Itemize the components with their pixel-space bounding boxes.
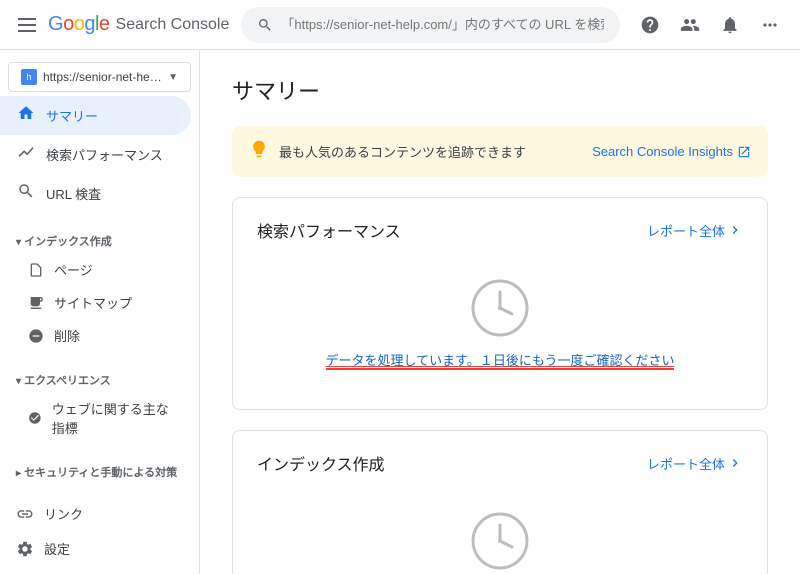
clock-icon-index: [470, 511, 530, 571]
sidebar-item-sitemap[interactable]: サイトマップ: [0, 286, 191, 319]
header: Google Search Console: [0, 0, 800, 50]
sidebar-item-settings[interactable]: 設定: [0, 531, 191, 566]
sidebar-item-removal[interactable]: 削除: [0, 319, 191, 352]
index-report-link[interactable]: レポート全体: [647, 454, 743, 473]
index-section-label: ▾ インデックス作成: [0, 225, 199, 253]
header-logo: Google Search Console: [12, 12, 229, 38]
sidebar-item-web-vitals[interactable]: ウェブに関する主な指標: [0, 392, 191, 444]
sidebar-label-search-performance: 検索パフォーマンス: [46, 145, 163, 164]
search-input[interactable]: [281, 17, 604, 32]
accounts-icon[interactable]: [672, 7, 708, 43]
search-bar[interactable]: [241, 7, 620, 43]
security-section-label: ▸ セキュリティと手動による対策: [0, 456, 199, 484]
search-performance-report-link[interactable]: レポート全体: [647, 221, 743, 240]
info-banner-text: 最も人気のあるコンテンツを追跡できます: [279, 142, 582, 161]
home-icon: [16, 104, 36, 127]
clock-icon-search: [470, 278, 530, 338]
search-performance-card-body: データを処理しています。１日後にもう一度ご確認ください: [257, 258, 743, 389]
site-selector[interactable]: h https://senior-net-help.... ▼: [8, 62, 191, 92]
google-logo: Google: [48, 13, 110, 36]
bulb-icon: [249, 139, 269, 164]
url-inspection-icon: [16, 182, 36, 205]
search-icon: [257, 17, 273, 33]
header-icons: [632, 7, 788, 43]
experience-section-label: ▾ エクスペリエンス: [0, 364, 199, 392]
index-card-body: データを処理しています。１日後にもう一度ご確認ください: [257, 491, 743, 574]
help-icon[interactable]: [632, 7, 668, 43]
sidebar-label-link: リンク: [44, 504, 83, 523]
search-performance-card-header: 検索パフォーマンス レポート全体: [257, 218, 743, 242]
bell-icon[interactable]: [712, 7, 748, 43]
sidebar-item-search-performance[interactable]: 検索パフォーマンス: [0, 135, 191, 174]
link-icon: [16, 505, 34, 523]
search-performance-card: 検索パフォーマンス レポート全体 データを処理しています。１日後にもう一度ご確認…: [232, 197, 768, 410]
search-performance-title: 検索パフォーマンス: [257, 218, 401, 242]
main-content: サマリー 最も人気のあるコンテンツを追跡できます Search Console …: [200, 50, 800, 574]
chevron-right-icon: [727, 222, 743, 238]
search-console-insights-link[interactable]: Search Console Insights: [592, 144, 751, 159]
sidebar-label-web-vitals: ウェブに関する主な指標: [52, 399, 175, 437]
app-title: Search Console: [116, 16, 230, 34]
sidebar-label-sitemap: サイトマップ: [54, 293, 132, 312]
site-favicon: h: [21, 69, 37, 85]
sidebar-item-link[interactable]: リンク: [0, 496, 191, 531]
web-vitals-icon: [28, 410, 42, 426]
chevron-down-icon: ▼: [168, 72, 178, 83]
page-title: サマリー: [232, 74, 768, 106]
info-banner: 最も人気のあるコンテンツを追跡できます Search Console Insig…: [232, 126, 768, 177]
sidebar-item-url-inspection[interactable]: URL 検査: [0, 174, 191, 213]
sidebar-label-removal: 削除: [54, 326, 80, 345]
sidebar-label-settings: 設定: [44, 539, 70, 558]
sidebar-label-page: ページ: [54, 260, 93, 279]
layout: h https://senior-net-help.... ▼ サマリー 検索パ…: [0, 50, 800, 574]
sidebar-label-summary: サマリー: [46, 106, 98, 125]
page-icon: [28, 262, 44, 278]
index-title: インデックス作成: [257, 451, 385, 475]
sitemap-icon: [28, 295, 44, 311]
external-link-icon: [737, 145, 751, 159]
settings-icon: [16, 540, 34, 558]
expand-icon: ▾: [16, 237, 21, 248]
index-card-header: インデックス作成 レポート全体: [257, 451, 743, 475]
removal-icon: [28, 328, 44, 344]
search-performance-icon: [16, 143, 36, 166]
index-card: インデックス作成 レポート全体 データを処理しています。１日後にもう一度ご確認く…: [232, 430, 768, 574]
sidebar-label-url-inspection: URL 検査: [46, 184, 101, 203]
menu-icon[interactable]: [12, 12, 42, 38]
sidebar: h https://senior-net-help.... ▼ サマリー 検索パ…: [0, 50, 200, 574]
chevron-right-icon-2: [727, 455, 743, 471]
site-name: https://senior-net-help....: [43, 70, 162, 84]
sidebar-item-page[interactable]: ページ: [0, 253, 191, 286]
apps-icon[interactable]: [752, 7, 788, 43]
sidebar-item-summary[interactable]: サマリー: [0, 96, 191, 135]
search-processing-text: データを処理しています。１日後にもう一度ご確認ください: [326, 350, 675, 369]
